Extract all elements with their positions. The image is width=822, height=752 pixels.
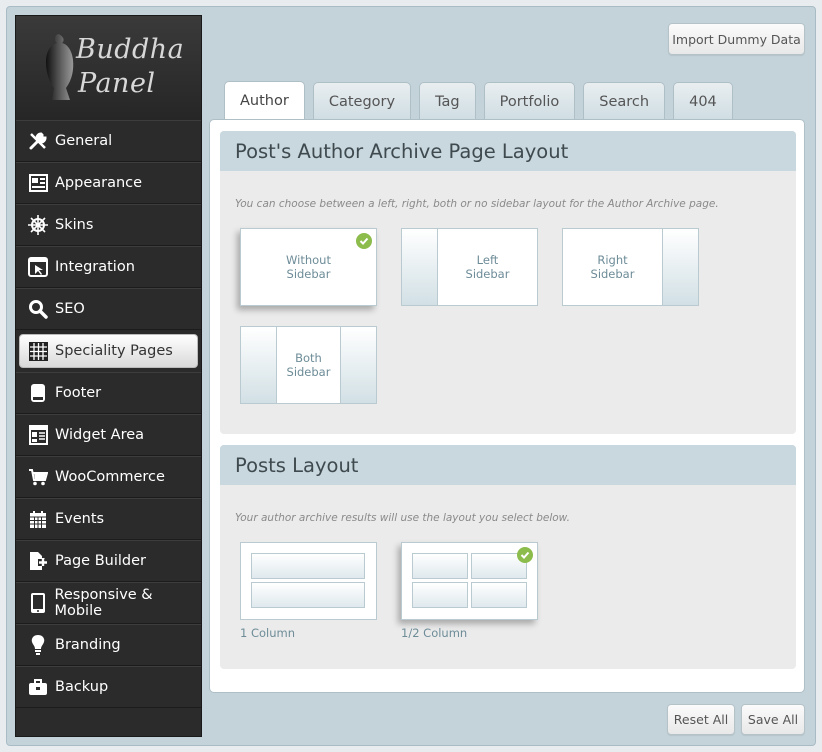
column-block bbox=[251, 553, 365, 579]
tab-portfolio[interactable]: Portfolio bbox=[483, 82, 576, 120]
section-title: Post's Author Archive Page Layout bbox=[220, 131, 796, 171]
sidebar-item-label: Backup bbox=[55, 679, 109, 695]
sidebar-item-events[interactable]: Events bbox=[16, 498, 201, 540]
sidebar-item-appearance[interactable]: Appearance bbox=[16, 162, 201, 204]
import-dummy-data-button[interactable]: Import Dummy Data bbox=[668, 23, 805, 55]
ship-wheel-icon bbox=[27, 214, 49, 236]
sidebar-item-label: Responsive & Mobile bbox=[54, 587, 153, 619]
sidebar-item-label: Appearance bbox=[55, 175, 143, 191]
sidebar-item-label: Widget Area bbox=[55, 427, 145, 443]
posts-layout-section: Posts Layout Your author archive results… bbox=[220, 445, 796, 669]
layout-option-left-sidebar[interactable]: Left Sidebar bbox=[401, 228, 538, 306]
column-block bbox=[251, 582, 365, 608]
sidebar-item-woocommerce[interactable]: WooCommerce bbox=[16, 456, 201, 498]
option-label: Both Sidebar bbox=[286, 351, 331, 379]
sidebar-item-label: Skins bbox=[55, 217, 94, 233]
sidebar-item-footer[interactable]: Footer bbox=[16, 372, 201, 414]
sidebar-item-label: Footer bbox=[55, 385, 102, 401]
lightbulb-icon bbox=[27, 634, 49, 656]
tab-content: Post's Author Archive Page Layout You ca… bbox=[209, 119, 805, 693]
selected-check-icon bbox=[356, 233, 372, 249]
save-all-button[interactable]: Save All bbox=[741, 704, 805, 735]
sidebar-item-label: General bbox=[55, 133, 113, 149]
page-builder-icon bbox=[27, 550, 49, 572]
options-panel-frame: Buddha Panel General Appearance Skins In… bbox=[6, 6, 816, 746]
sidebar-item-page-builder[interactable]: Page Builder bbox=[16, 540, 201, 582]
sidebar-item-backup[interactable]: Backup bbox=[16, 666, 201, 708]
section-title: Posts Layout bbox=[220, 445, 796, 485]
tab-bar: Author Category Tag Portfolio Search 404 bbox=[224, 76, 741, 120]
calendar-icon bbox=[27, 508, 49, 530]
logo-line-1: Buddha bbox=[76, 34, 185, 65]
layout-option-right-sidebar[interactable]: Right Sidebar bbox=[562, 228, 699, 306]
sidebar-item-label: WooCommerce bbox=[55, 469, 165, 485]
layout-option-both-sidebar[interactable]: Both Sidebar bbox=[240, 326, 377, 404]
logo: Buddha Panel bbox=[16, 16, 201, 120]
sidebar-item-label: Integration bbox=[55, 259, 135, 275]
sidebar-item-label: SEO bbox=[55, 301, 85, 317]
buddha-head-icon bbox=[46, 34, 74, 100]
grid-icon bbox=[27, 340, 49, 362]
sidebar-item-widget-area[interactable]: Widget Area bbox=[16, 414, 201, 456]
sidebar-item-integration[interactable]: Integration bbox=[16, 246, 201, 288]
sidebar-item-label: Events bbox=[55, 511, 105, 527]
footer-icon bbox=[27, 382, 49, 404]
right-sidebar-shape bbox=[662, 229, 698, 305]
search-icon bbox=[27, 298, 49, 320]
cart-icon bbox=[27, 466, 49, 488]
layout-icon bbox=[27, 172, 49, 194]
left-sidebar-shape bbox=[241, 327, 277, 403]
sidebar-item-branding[interactable]: Branding bbox=[16, 624, 201, 666]
option-label: Left Sidebar bbox=[465, 253, 510, 281]
layout-option-without-sidebar[interactable]: Without Sidebar bbox=[240, 228, 377, 306]
tab-404[interactable]: 404 bbox=[673, 82, 733, 120]
tab-category[interactable]: Category bbox=[312, 82, 412, 120]
sidebar-item-seo[interactable]: SEO bbox=[16, 288, 201, 330]
right-sidebar-shape bbox=[340, 327, 376, 403]
posts-layout-half-column[interactable] bbox=[401, 542, 538, 620]
sidebar-item-speciality-pages[interactable]: Speciality Pages bbox=[19, 334, 198, 368]
logo-line-2: Panel bbox=[78, 68, 156, 99]
reset-all-button[interactable]: Reset All bbox=[667, 704, 735, 735]
widget-icon bbox=[27, 424, 49, 446]
sidebar-item-label: Branding bbox=[55, 637, 121, 653]
author-archive-layout-section: Post's Author Archive Page Layout You ca… bbox=[220, 131, 796, 434]
sidebar-item-general[interactable]: General bbox=[16, 120, 201, 162]
section-description: Your author archive results will use the… bbox=[235, 512, 570, 524]
sidebar-item-label: Page Builder bbox=[55, 553, 146, 569]
mobile-icon bbox=[27, 592, 48, 614]
column-block bbox=[412, 582, 468, 608]
wrench-screwdriver-icon bbox=[27, 130, 49, 152]
sidebar-item-label: Speciality Pages bbox=[55, 343, 173, 359]
left-sidebar-shape bbox=[402, 229, 438, 305]
sidebar-item-skins[interactable]: Skins bbox=[16, 204, 201, 246]
window-cursor-icon bbox=[27, 256, 49, 278]
sidebar-nav: General Appearance Skins Integration SEO… bbox=[16, 120, 201, 708]
tab-tag[interactable]: Tag bbox=[419, 82, 476, 120]
option-caption: 1/2 Column bbox=[401, 626, 468, 640]
column-block bbox=[471, 582, 527, 608]
selected-check-icon bbox=[517, 547, 533, 563]
posts-layout-one-column[interactable] bbox=[240, 542, 377, 620]
section-description: You can choose between a left, right, bo… bbox=[235, 198, 719, 210]
briefcase-icon bbox=[27, 676, 49, 698]
sidebar-item-responsive-mobile[interactable]: Responsive & Mobile bbox=[16, 582, 201, 624]
tab-author[interactable]: Author bbox=[224, 81, 305, 120]
tab-search[interactable]: Search bbox=[583, 82, 666, 120]
option-label: Right Sidebar bbox=[590, 253, 635, 281]
option-caption: 1 Column bbox=[240, 626, 296, 640]
sidebar: Buddha Panel General Appearance Skins In… bbox=[15, 15, 202, 737]
column-block bbox=[412, 553, 468, 579]
logo-title: Buddha Panel bbox=[76, 33, 196, 101]
